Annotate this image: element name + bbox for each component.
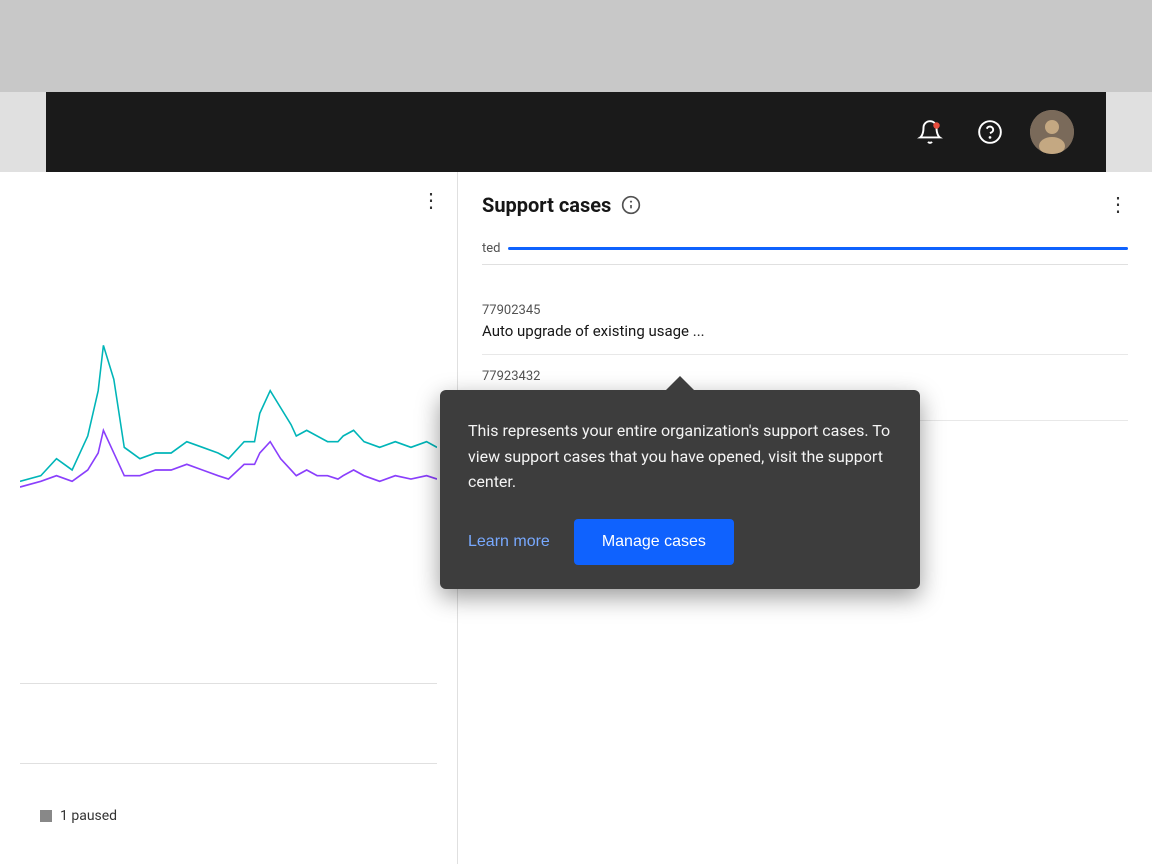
tooltip-body: This represents your entire organization… <box>468 418 892 495</box>
chart-legend: 1 paused <box>40 808 117 824</box>
chart-container <box>20 232 437 572</box>
tooltip-actions: Learn more Manage cases <box>468 519 892 565</box>
legend-label: 1 paused <box>60 808 117 824</box>
manage-cases-button[interactable]: Manage cases <box>574 519 734 565</box>
status-blue-indicator <box>508 247 1128 250</box>
avatar-image <box>1030 110 1074 154</box>
help-button[interactable] <box>970 112 1010 152</box>
avatar[interactable] <box>1030 110 1074 154</box>
status-text: ted <box>482 241 500 256</box>
nav-bar <box>46 92 1106 172</box>
tooltip-popup: This represents your entire organization… <box>440 390 920 589</box>
case-id: 77902345 <box>482 303 1128 318</box>
left-panel-menu-button[interactable]: ⋮ <box>421 188 441 212</box>
notification-button[interactable] <box>910 112 950 152</box>
chart-divider-2 <box>20 763 437 764</box>
learn-more-button[interactable]: Learn more <box>468 533 550 551</box>
panel-title: Support cases <box>482 193 611 217</box>
panel-menu-button[interactable]: ⋮ <box>1108 192 1128 217</box>
chart-divider-1 <box>20 683 437 684</box>
left-panel: ⋮ 1 paused <box>0 172 458 864</box>
help-circle-icon <box>977 119 1003 145</box>
bell-icon <box>917 119 943 145</box>
status-line: ted <box>482 233 1128 265</box>
tooltip-arrow <box>666 376 694 390</box>
case-item[interactable]: 77902345 Auto upgrade of existing usage … <box>482 289 1128 355</box>
top-bar <box>0 0 1152 92</box>
line-chart <box>20 232 437 572</box>
legend-square-icon <box>40 810 52 822</box>
case-id: 77923432 <box>482 369 1128 384</box>
info-button[interactable] <box>621 195 641 215</box>
info-circle-icon <box>621 195 641 215</box>
panel-title-group: Support cases <box>482 193 641 217</box>
panel-header: Support cases ⋮ <box>482 192 1128 217</box>
case-title: Auto upgrade of existing usage ... <box>482 322 1128 340</box>
